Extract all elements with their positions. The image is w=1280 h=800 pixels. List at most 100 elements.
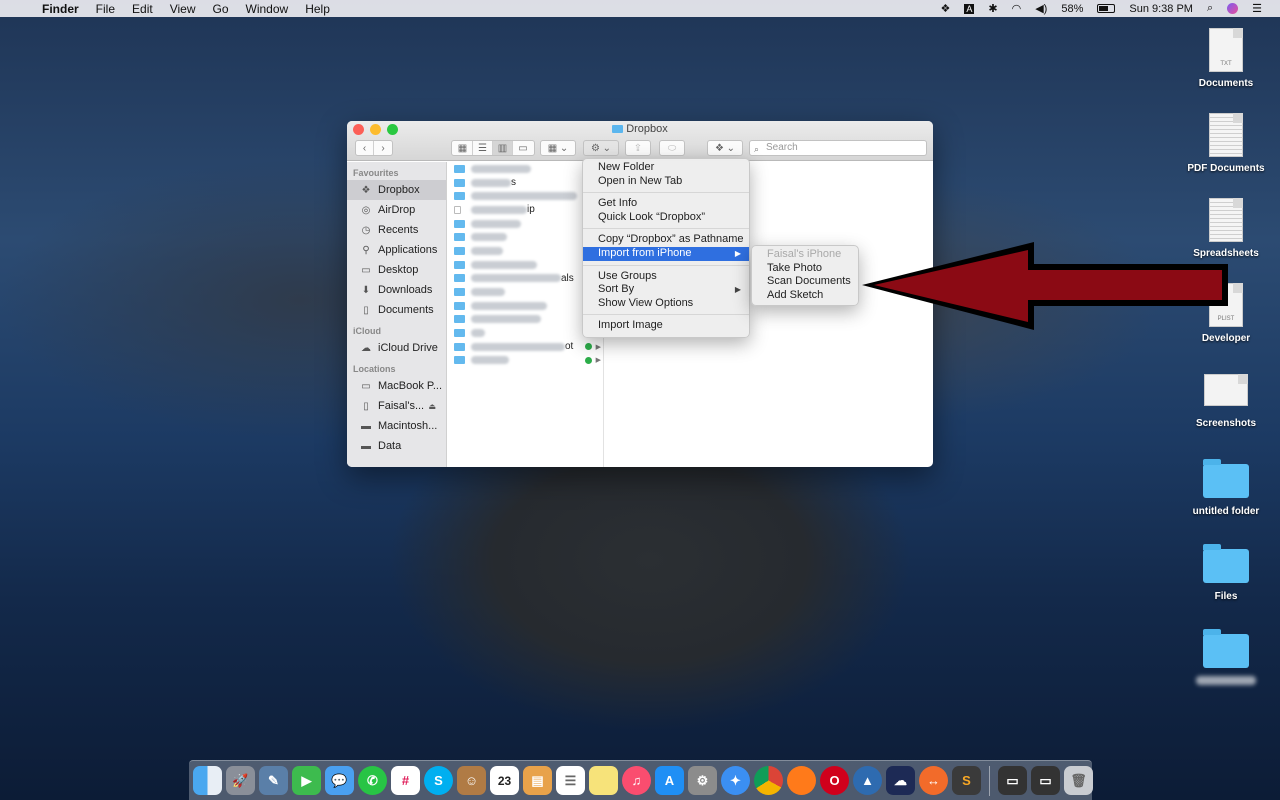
group-by-button[interactable]: ▦ ⌄ [540,140,576,156]
whatsapp-icon[interactable]: ✆ [358,766,387,795]
contacts-icon[interactable]: ☺ [457,766,486,795]
vpn-icon[interactable]: ▲ [853,766,882,795]
launchpad-icon[interactable]: 🚀 [226,766,255,795]
dropbox-toolbar-button[interactable]: ❖ ⌄ [707,140,743,156]
spotlight-search-icon[interactable]: ⌕ [1207,2,1213,15]
menu-item-use-groups[interactable]: Use Groups [583,270,749,284]
sidebar-item-airdrop[interactable]: ◎ AirDrop [347,200,446,220]
search-field[interactable]: ⌕ Search [749,140,927,156]
menu-item-get-info[interactable]: Get Info [583,197,749,211]
menu-item-quick-look[interactable]: Quick Look “Dropbox” [583,211,749,225]
file-row[interactable] [448,217,603,231]
menu-item-import-image[interactable]: Import Image [583,319,749,333]
sidebar-item-applications[interactable]: ⚲ Applications [347,240,446,260]
action-gear-button[interactable]: ⚙ ⌄ [583,140,619,156]
desktop-icon-screenshots[interactable]: Screenshots [1176,368,1276,429]
finder-dock-icon[interactable] [193,766,222,795]
file-row[interactable] [448,285,603,299]
sidebar-item-icloud-drive[interactable]: ☁ iCloud Drive [347,338,446,358]
sidebar-item-data[interactable]: ▬ Data [347,436,446,456]
menu-item-copy-pathname[interactable]: Copy “Dropbox” as Pathname [583,233,749,247]
menu-item-open-in-new-tab[interactable]: Open in New Tab [583,175,749,189]
facetime-icon[interactable]: ▶ [292,766,321,795]
preview-icon[interactable]: ✎ [259,766,288,795]
sidebar-item-recents[interactable]: ◷ Recents [347,220,446,240]
chrome-icon[interactable] [754,766,783,795]
menu-help[interactable]: Help [305,2,330,16]
siri-icon[interactable] [1227,3,1239,14]
file-row[interactable] [448,162,603,176]
menu-item-import-from-iphone[interactable]: Import from iPhone ▶ [583,246,749,261]
menu-item-sort-by[interactable]: Sort By ▶ [583,283,749,297]
menu-go[interactable]: Go [213,2,229,16]
file-row[interactable]: ot ▶ [448,340,603,354]
sidebar-item-desktop[interactable]: ▭ Desktop [347,260,446,280]
sidebar-item-macintosh[interactable]: ▬ Macintosh... [347,416,446,436]
teamviewer-icon[interactable]: ↔ [919,766,948,795]
firefox-icon[interactable] [787,766,816,795]
notes-icon[interactable]: ▤ [523,766,552,795]
file-row[interactable] [448,258,603,272]
menu-app-name[interactable]: Finder [42,2,79,16]
forward-button[interactable]: › [374,141,392,155]
clock[interactable]: Sun 9:38 PM [1129,3,1193,15]
system-preferences-icon[interactable]: ⚙ [688,766,717,795]
slack-icon[interactable]: # [391,766,420,795]
sidebar-item-macbook[interactable]: ▭ MacBook P... [347,376,446,396]
notification-center-icon[interactable]: ☰ [1252,2,1262,15]
file-row[interactable]: ip [448,203,603,217]
file-row[interactable]: ▶ [448,354,603,368]
messages-icon[interactable]: 💬 [325,766,354,795]
dropbox-status-icon[interactable]: ❖ [940,2,950,15]
file-row[interactable] [448,230,603,244]
terminal-window-icon[interactable]: ▭ [998,766,1027,795]
desktop-icon-untitled-folder[interactable]: untitled folder [1176,458,1276,517]
itunes-icon[interactable]: ♫ [622,766,651,795]
icon-view-button[interactable]: ▦ [453,141,473,155]
calendar-icon[interactable]: 23 [490,766,519,795]
desktop-icon-files[interactable]: Files [1176,543,1276,602]
share-button[interactable]: ⇪ [625,140,651,156]
battery-icon[interactable] [1097,4,1116,13]
list-view-button[interactable]: ☰ [473,141,493,155]
column-view-button[interactable]: ▥ [493,141,513,155]
menu-item-show-view-options[interactable]: Show View Options [583,297,749,311]
menu-view[interactable]: View [170,2,196,16]
reminders-icon[interactable]: ☰ [556,766,585,795]
file-row[interactable] [448,313,603,327]
opera-icon[interactable]: O [820,766,849,795]
desktop-icon-blurred-folder[interactable] [1176,628,1276,688]
wifi-icon[interactable]: ◠ [1012,2,1022,15]
submenu-item-scan-documents[interactable]: Scan Documents [752,275,858,289]
sidebar-item-dropbox[interactable]: ❖ Dropbox [347,180,446,200]
file-row[interactable]: als [448,272,603,286]
menu-edit[interactable]: Edit [132,2,153,16]
desktop-icon-documents[interactable]: TXT Documents [1176,28,1276,89]
safari-icon[interactable]: ✦ [721,766,750,795]
submenu-item-take-photo[interactable]: Take Photo [752,262,858,276]
stickies-icon[interactable] [589,766,618,795]
input-source-icon[interactable]: A [964,3,975,14]
tags-button[interactable]: ⬭ [659,140,685,156]
cloud-app-icon[interactable]: ☁ [886,766,915,795]
sidebar-item-documents[interactable]: ▯ Documents [347,300,446,320]
file-row[interactable] [448,189,603,203]
submenu-item-add-sketch[interactable]: Add Sketch [752,289,858,303]
desktop-icon-pdf-documents[interactable]: PDF Documents [1176,113,1276,174]
volume-icon[interactable]: ◀) [1035,2,1047,15]
sublime-text-icon[interactable]: S [952,766,981,795]
skype-icon[interactable]: S [424,766,453,795]
eject-icon[interactable]: ⏏ [428,402,436,411]
back-button[interactable]: ‹ [356,141,375,155]
file-row[interactable] [448,244,603,258]
terminal-window-icon[interactable]: ▭ [1031,766,1060,795]
trash-icon[interactable]: 🗑 [1064,766,1093,795]
gallery-view-button[interactable]: ▭ [513,141,533,155]
menu-item-new-folder[interactable]: New Folder [583,161,749,175]
menu-file[interactable]: File [96,2,115,16]
app-store-icon[interactable]: A [655,766,684,795]
sidebar-item-downloads[interactable]: ⬇ Downloads [347,280,446,300]
file-row[interactable] [448,326,603,340]
menu-window[interactable]: Window [246,2,289,16]
sidebar-item-iphone[interactable]: ▯ Faisal's... ⏏ [347,396,446,416]
